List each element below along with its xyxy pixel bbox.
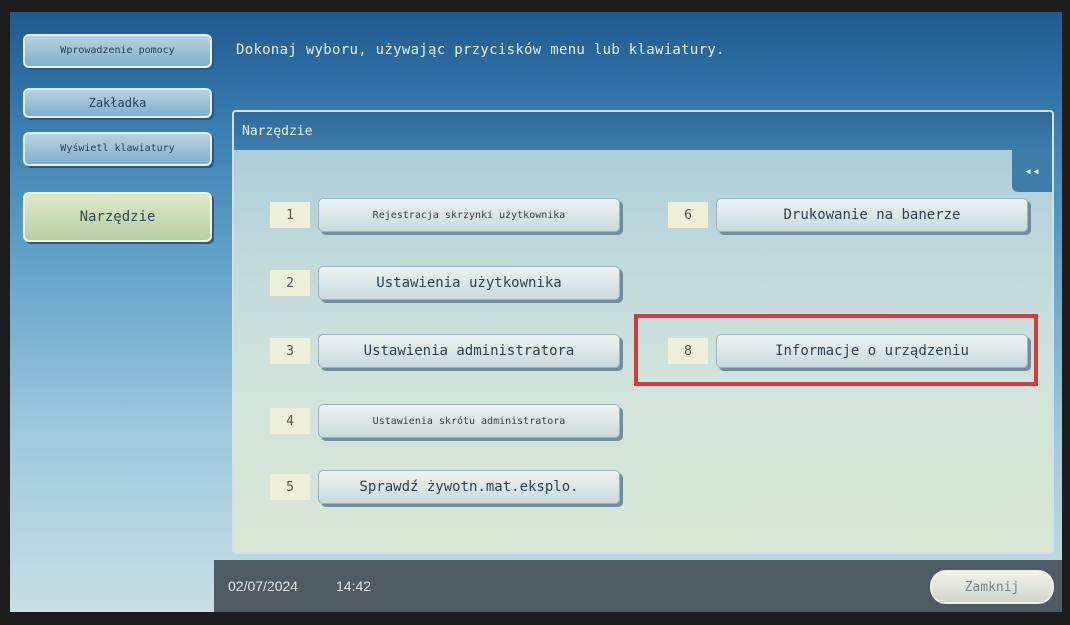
nav-help-button[interactable]: Wprowadzenie pomocy — [23, 34, 212, 68]
menu-label-1: Rejestracja skrzynki użytkownika — [372, 209, 566, 221]
menu-row-3: 3 Ustawienia administratora — [270, 334, 620, 368]
close-button[interactable]: Zamknij — [930, 570, 1054, 604]
menu-row-4: 4 Ustawienia skrótu administratora — [270, 404, 620, 438]
date-display: 02/07/2024 — [228, 578, 299, 594]
menu-label-4: Ustawienia skrótu administratora — [372, 415, 566, 427]
highlight-box — [634, 314, 1038, 386]
collapse-arrow-icon[interactable]: ◂◂ — [1012, 150, 1052, 192]
nav-tool-label: Narzędzie — [79, 208, 156, 225]
admin-settings-button[interactable]: Ustawienia administratora — [318, 334, 620, 368]
menu-row-5: 5 Sprawdź żywotn.mat.eksplo. — [270, 470, 620, 504]
instruction-text: Dokonaj wyboru, używając przycisków menu… — [236, 42, 725, 58]
time-display: 14:42 — [336, 578, 372, 594]
menu-number-5: 5 — [270, 474, 310, 500]
menu-number-1: 1 — [270, 202, 310, 228]
menu-row-1: 1 Rejestracja skrzynki użytkownika — [270, 198, 620, 232]
menu-number-6: 6 — [668, 202, 708, 228]
menu-number-3: 3 — [270, 338, 310, 364]
user-box-registration-button[interactable]: Rejestracja skrzynki użytkownika — [318, 198, 620, 232]
menu-number-4: 4 — [270, 408, 310, 434]
device-screen: Wprowadzenie pomocy Zakładka Wyświetl kl… — [10, 12, 1062, 612]
nav-keyboard-button[interactable]: Wyświetl klawiatury — [23, 132, 212, 166]
panel-header: Narzędzie — [234, 112, 1052, 150]
consumables-life-button[interactable]: Sprawdź żywotn.mat.eksplo. — [318, 470, 620, 504]
status-footer: 02/07/2024 14:42 Zamknij — [214, 560, 1062, 612]
nav-bookmark-button[interactable]: Zakładka — [23, 88, 212, 118]
menu-row-6: 6 Drukowanie na banerze — [668, 198, 1028, 232]
admin-shortcut-settings-button[interactable]: Ustawienia skrótu administratora — [318, 404, 620, 438]
menu-label-2: Ustawienia użytkownika — [376, 274, 562, 291]
menu-label-6: Drukowanie na banerze — [783, 206, 961, 223]
nav-bookmark-label: Zakładka — [88, 95, 147, 110]
menu-row-2: 2 Ustawienia użytkownika — [270, 266, 620, 300]
close-label: Zamknij — [964, 579, 1020, 595]
nav-help-label: Wprowadzenie pomocy — [60, 45, 175, 56]
menu-label-3: Ustawienia administratora — [363, 342, 575, 359]
menu-number-2: 2 — [270, 270, 310, 296]
nav-tool-button[interactable]: Narzędzie — [23, 192, 212, 242]
nav-keyboard-label: Wyświetl klawiatury — [60, 143, 175, 154]
user-settings-button[interactable]: Ustawienia użytkownika — [318, 266, 620, 300]
banner-printing-button[interactable]: Drukowanie na banerze — [716, 198, 1028, 232]
panel-title: Narzędzie — [242, 124, 313, 139]
menu-label-5: Sprawdź żywotn.mat.eksplo. — [359, 478, 579, 495]
